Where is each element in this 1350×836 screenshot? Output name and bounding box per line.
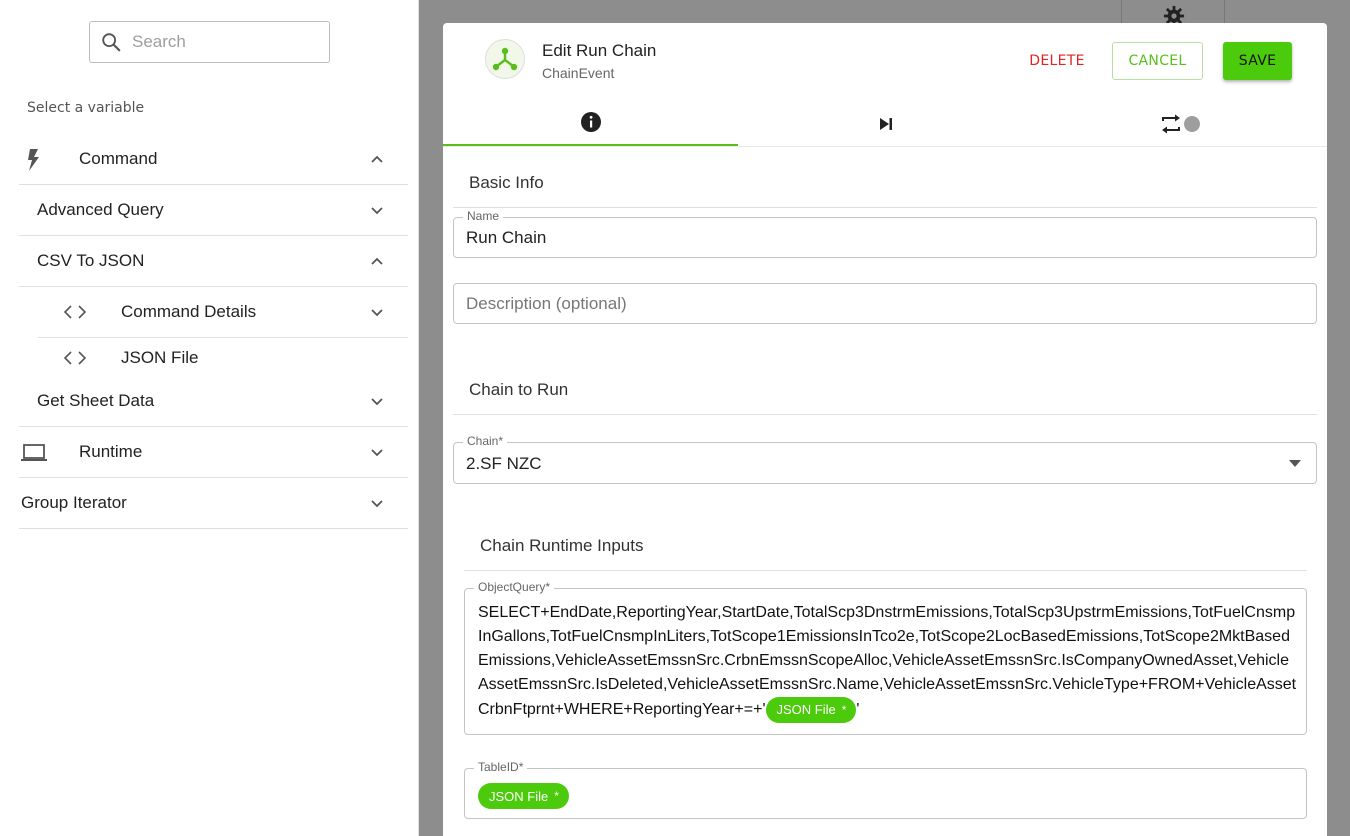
chain-runtime-inputs-title: Chain Runtime Inputs xyxy=(480,536,644,555)
chevron-up-icon[interactable] xyxy=(370,254,384,268)
search-icon xyxy=(102,33,121,52)
chain-select[interactable]: Chain* 2.SF NZC xyxy=(453,434,1317,484)
table-id-label: TableID* xyxy=(474,760,528,774)
skip-next-icon xyxy=(879,117,892,130)
basic-info-title: Basic Info xyxy=(469,173,544,192)
tab-repeat[interactable] xyxy=(1033,100,1327,147)
chip-required-star: * xyxy=(841,703,847,717)
chain-to-run-title: Chain to Run xyxy=(469,380,569,399)
tree-item-label: Group Iterator xyxy=(21,493,127,512)
variable-sidebar: Select a variable Command Advanced Query… xyxy=(0,0,419,836)
section-divider xyxy=(464,570,1307,571)
object-query-text: SELECT+EndDate,ReportingYear,StartDate,T… xyxy=(478,604,1297,719)
object-query-suffix: ' xyxy=(856,701,860,719)
chip-required-star: * xyxy=(554,789,559,803)
chevron-down-icon[interactable] xyxy=(370,203,384,217)
tab-info[interactable] xyxy=(443,100,738,147)
tabs-divider xyxy=(443,146,1327,147)
object-query-field[interactable]: ObjectQuery* SELECT+EndDate,ReportingYea… xyxy=(464,580,1307,735)
tree-item-label: CSV To JSON xyxy=(37,251,145,270)
chip-label: JSON File xyxy=(489,788,549,804)
tree-item-label: JSON File xyxy=(121,348,199,367)
dialog-title: Edit Run Chain xyxy=(542,41,657,60)
object-query-value[interactable]: SELECT+EndDate,ReportingYear,StartDate,T… xyxy=(478,601,1298,723)
info-icon xyxy=(580,112,601,132)
chain-select-value: 2.SF NZC xyxy=(466,454,542,473)
tree-item-label: Get Sheet Data xyxy=(37,391,155,410)
name-field[interactable]: Name Run Chain xyxy=(453,209,1317,258)
tree-item-runtime[interactable]: Runtime xyxy=(19,427,408,478)
search-box[interactable] xyxy=(89,21,330,63)
settings-toolbar-button[interactable] xyxy=(1121,0,1225,27)
chain-event-avatar xyxy=(485,39,525,79)
chain-event-icon xyxy=(492,47,518,71)
tree-item-command-details[interactable]: Command Details xyxy=(38,287,408,338)
tree-item-json-file[interactable]: JSON File xyxy=(38,338,408,378)
tree-item-label: Runtime xyxy=(79,442,143,461)
laptop-icon xyxy=(21,444,47,467)
chip-label: JSON File xyxy=(776,702,836,717)
delete-button[interactable]: DELETE xyxy=(1017,42,1097,80)
object-query-label: ObjectQuery* xyxy=(474,580,555,594)
table-id-field[interactable]: TableID* JSON File * xyxy=(464,760,1307,819)
tree-item-label: Command xyxy=(79,149,158,168)
code-icon xyxy=(63,350,87,371)
dialog-subtitle: ChainEvent xyxy=(542,65,615,81)
cancel-button[interactable]: CANCEL xyxy=(1112,42,1203,80)
dialog-tabs xyxy=(443,100,1327,147)
chevron-down-icon[interactable] xyxy=(370,496,384,510)
chevron-down-icon[interactable] xyxy=(370,445,384,459)
name-field-label: Name xyxy=(463,209,504,223)
chevron-up-icon[interactable] xyxy=(370,152,384,166)
tree-item-csv-to-json[interactable]: CSV To JSON xyxy=(19,236,408,287)
repeat-icon xyxy=(1161,114,1200,133)
search-input[interactable] xyxy=(132,32,312,52)
save-button[interactable]: SAVE xyxy=(1223,42,1292,80)
tree-item-command[interactable]: Command xyxy=(19,134,408,185)
dropdown-arrow-icon[interactable] xyxy=(1289,460,1301,468)
tree-item-label: Advanced Query xyxy=(37,200,164,219)
description-field[interactable]: Description (optional) xyxy=(453,283,1317,324)
name-field-value: Run Chain xyxy=(466,228,547,247)
chevron-down-icon[interactable] xyxy=(370,394,384,408)
code-icon xyxy=(63,304,87,325)
section-divider xyxy=(453,414,1317,415)
description-placeholder: Description (optional) xyxy=(466,294,627,313)
chain-select-label: Chain* xyxy=(463,434,508,448)
tree-item-label: Command Details xyxy=(121,302,257,321)
variable-chip-json-file[interactable]: JSON File * xyxy=(765,697,857,723)
section-divider xyxy=(453,207,1317,208)
tree-item-advanced-query[interactable]: Advanced Query xyxy=(19,185,408,236)
variable-chip-json-file[interactable]: JSON File * xyxy=(478,783,569,809)
tree-item-get-sheet-data[interactable]: Get Sheet Data xyxy=(19,376,408,427)
tab-next-step[interactable] xyxy=(738,100,1033,147)
bolt-icon xyxy=(26,149,42,176)
tree-item-group-iterator[interactable]: Group Iterator xyxy=(19,478,408,529)
select-variable-label: Select a variable xyxy=(27,100,145,116)
edit-run-chain-dialog: Edit Run Chain ChainEvent DELETE CANCEL … xyxy=(443,23,1327,836)
chevron-down-icon[interactable] xyxy=(370,305,384,319)
